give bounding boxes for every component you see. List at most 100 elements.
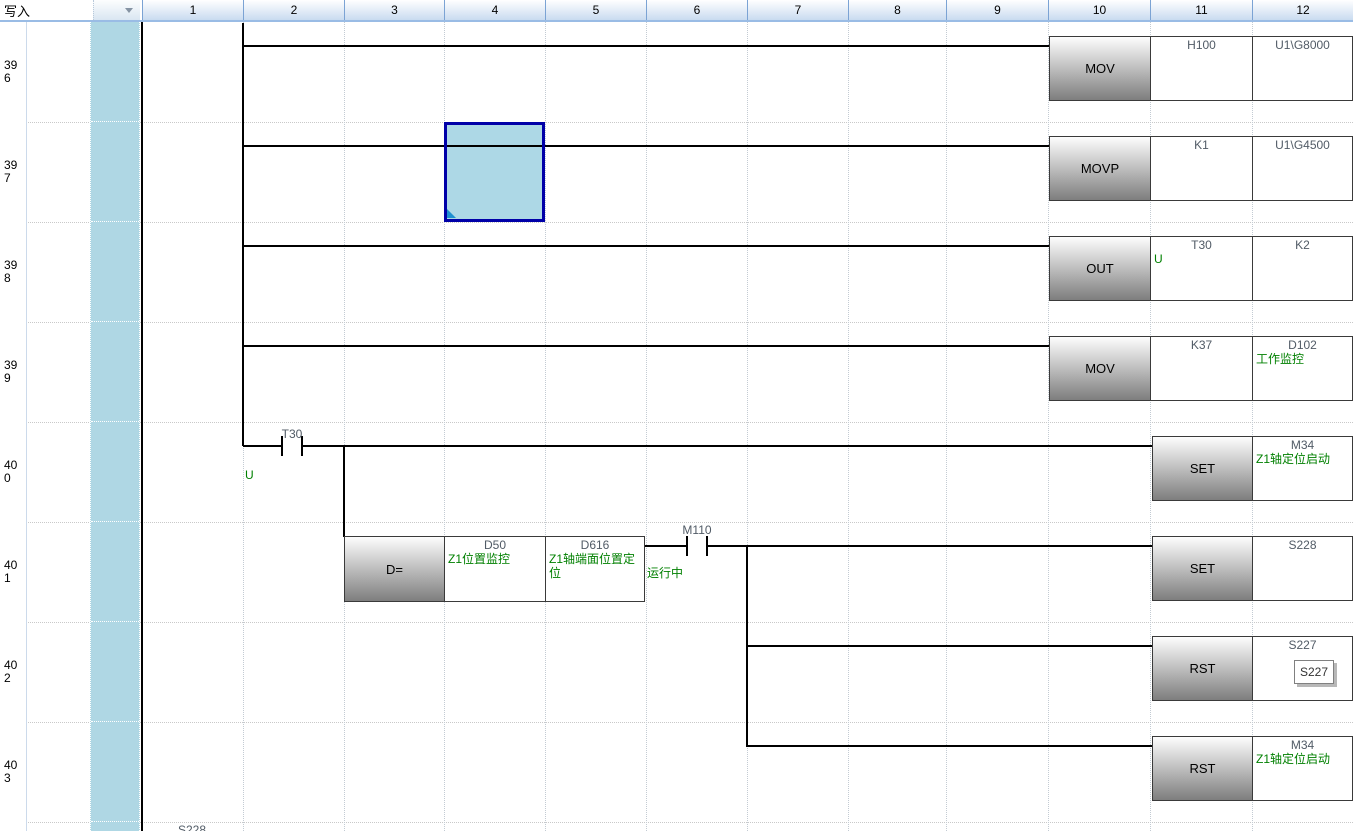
rung-line-403	[747, 745, 1152, 747]
col-header-4: 4	[444, 0, 545, 20]
instruction-box-movp-397[interactable]: MOVP K1 U1\G4500	[1049, 136, 1353, 201]
operand-cell[interactable]: M34 Z1轴定位启动	[1252, 437, 1352, 500]
operand-cell[interactable]: D50 Z1位置监控	[444, 537, 545, 601]
row-number-403: 403	[0, 722, 26, 822]
operand-device: D102	[1253, 338, 1352, 352]
operand-cell[interactable]: M34 Z1轴定位启动	[1252, 737, 1352, 800]
rung-line-400	[243, 445, 281, 447]
row-number-400: 400	[0, 422, 26, 522]
row-number-column: 396 397 398 399 400 401 402 403	[0, 22, 27, 831]
device-comment: Z1轴端面位置定位	[549, 552, 642, 580]
row-number-402: 402	[0, 622, 26, 722]
operand-device: K1	[1151, 138, 1252, 152]
operand-device: M34	[1253, 738, 1352, 752]
operand-device: H100	[1151, 38, 1252, 52]
rung-line-400	[303, 445, 1152, 447]
operand-device: S228	[1253, 538, 1352, 552]
rung-line-399	[243, 345, 1049, 347]
grid-col-line	[848, 22, 849, 831]
operand-cell[interactable]: H100	[1150, 37, 1252, 100]
insert-cursor-icon	[447, 209, 456, 218]
instruction-mnemonic: SET	[1153, 537, 1252, 600]
compare-block-deq-401[interactable]: D= D50 Z1位置监控 D616 Z1轴端面位置定位	[344, 536, 645, 602]
branch-line-rows-396-400	[242, 23, 244, 446]
operand-device: T30	[1151, 238, 1252, 252]
instruction-mnemonic: MOV	[1050, 37, 1150, 100]
device-comment: Z1轴定位启动	[1256, 452, 1350, 466]
left-bus-bar	[141, 22, 143, 831]
row-number-401: 401	[0, 522, 26, 622]
rung-line-401	[708, 545, 1152, 547]
device-comment: Z1轴定位启动	[1256, 752, 1350, 766]
instruction-box-out-398[interactable]: OUT T30 U K2	[1049, 236, 1353, 301]
instruction-box-rst-403[interactable]: RST M34 Z1轴定位启动	[1152, 736, 1353, 801]
column-header-bar: 写入 1 2 3 4 5 6 7 8 9 10 11 12	[0, 0, 1353, 22]
instruction-mnemonic: SET	[1153, 437, 1252, 500]
contact-m110-comment: 运行中	[647, 566, 683, 580]
operand-cell[interactable]: T30 U	[1150, 237, 1252, 300]
instruction-mnemonic: RST	[1153, 637, 1252, 700]
col-header-9: 9	[946, 0, 1048, 20]
col-header-6: 6	[646, 0, 747, 20]
operand-cell[interactable]: K37	[1150, 337, 1252, 400]
col-header-8: 8	[848, 0, 946, 20]
rung-line-402	[747, 645, 1152, 647]
instruction-box-mov-396[interactable]: MOV H100 U1\G8000	[1049, 36, 1353, 101]
rung-line-396	[243, 45, 1049, 47]
instruction-box-mov-399[interactable]: MOV K37 D102 工作监控	[1049, 336, 1353, 401]
device-comment: 工作监控	[1256, 352, 1350, 366]
compare-mnemonic: D=	[345, 537, 444, 601]
instruction-box-set-400[interactable]: SET M34 Z1轴定位启动	[1152, 436, 1353, 501]
rung-line-398	[243, 245, 1049, 247]
instruction-mnemonic: MOVP	[1050, 137, 1150, 200]
operand-device: K37	[1151, 338, 1252, 352]
header-dropdown-cell[interactable]	[93, 0, 140, 20]
operand-cell[interactable]: U1\G4500	[1252, 137, 1352, 200]
col-header-10: 10	[1048, 0, 1150, 20]
contact-m110-label: M110	[667, 523, 727, 537]
row-number-397: 397	[0, 122, 26, 222]
col-header-5: 5	[545, 0, 646, 20]
contact-t30-label: T30	[262, 427, 322, 441]
grid-col-line	[545, 22, 546, 831]
device-tooltip: S227	[1294, 660, 1334, 684]
row-number-399: 399	[0, 322, 26, 422]
operand-cell[interactable]: K1	[1150, 137, 1252, 200]
contact-s228-label: S228	[162, 823, 222, 831]
chevron-down-icon[interactable]	[125, 8, 133, 13]
operand-cell[interactable]: D616 Z1轴端面位置定位	[545, 537, 644, 601]
ladder-editor-window: 写入 1 2 3 4 5 6 7 8 9 10 11 12 396 397 39…	[0, 0, 1353, 831]
rung-line-401	[645, 545, 686, 547]
col-header-7: 7	[747, 0, 848, 20]
selected-cell-border	[444, 122, 545, 222]
edit-marker-column	[90, 22, 140, 831]
operand-cell[interactable]: K2	[1252, 237, 1352, 300]
grid-col-line	[344, 22, 345, 831]
write-mode-label: 写入	[0, 0, 93, 20]
operand-device: U1\G4500	[1253, 138, 1352, 152]
contact-m110-left-bar[interactable]	[686, 536, 688, 556]
operand-cell[interactable]: S228	[1252, 537, 1352, 600]
operand-device: S227	[1253, 638, 1352, 652]
col-header-11: 11	[1150, 0, 1252, 20]
instruction-box-set-401[interactable]: SET S228	[1152, 536, 1353, 601]
grid-col-line	[646, 22, 647, 831]
operand-cell[interactable]: U1\G8000	[1252, 37, 1352, 100]
col-header-1: 1	[142, 0, 243, 20]
row-number-396: 396	[0, 22, 26, 122]
operand-device: K2	[1253, 238, 1352, 252]
operand-device: M34	[1253, 438, 1352, 452]
instruction-mnemonic: OUT	[1050, 237, 1150, 300]
operand-cell[interactable]: D102 工作监控	[1252, 337, 1352, 400]
branch-line-400-401	[343, 445, 345, 537]
rung-line-397	[243, 145, 1049, 147]
operand-device: D616	[546, 538, 644, 552]
instruction-mnemonic: RST	[1153, 737, 1252, 800]
contact-t30-comment: U	[245, 468, 254, 482]
col-header-2: 2	[243, 0, 344, 20]
col-header-3: 3	[344, 0, 444, 20]
device-comment: Z1位置监控	[448, 552, 543, 566]
operand-device: U1\G8000	[1253, 38, 1352, 52]
row-number-398: 398	[0, 222, 26, 322]
grid-col-line	[946, 22, 947, 831]
